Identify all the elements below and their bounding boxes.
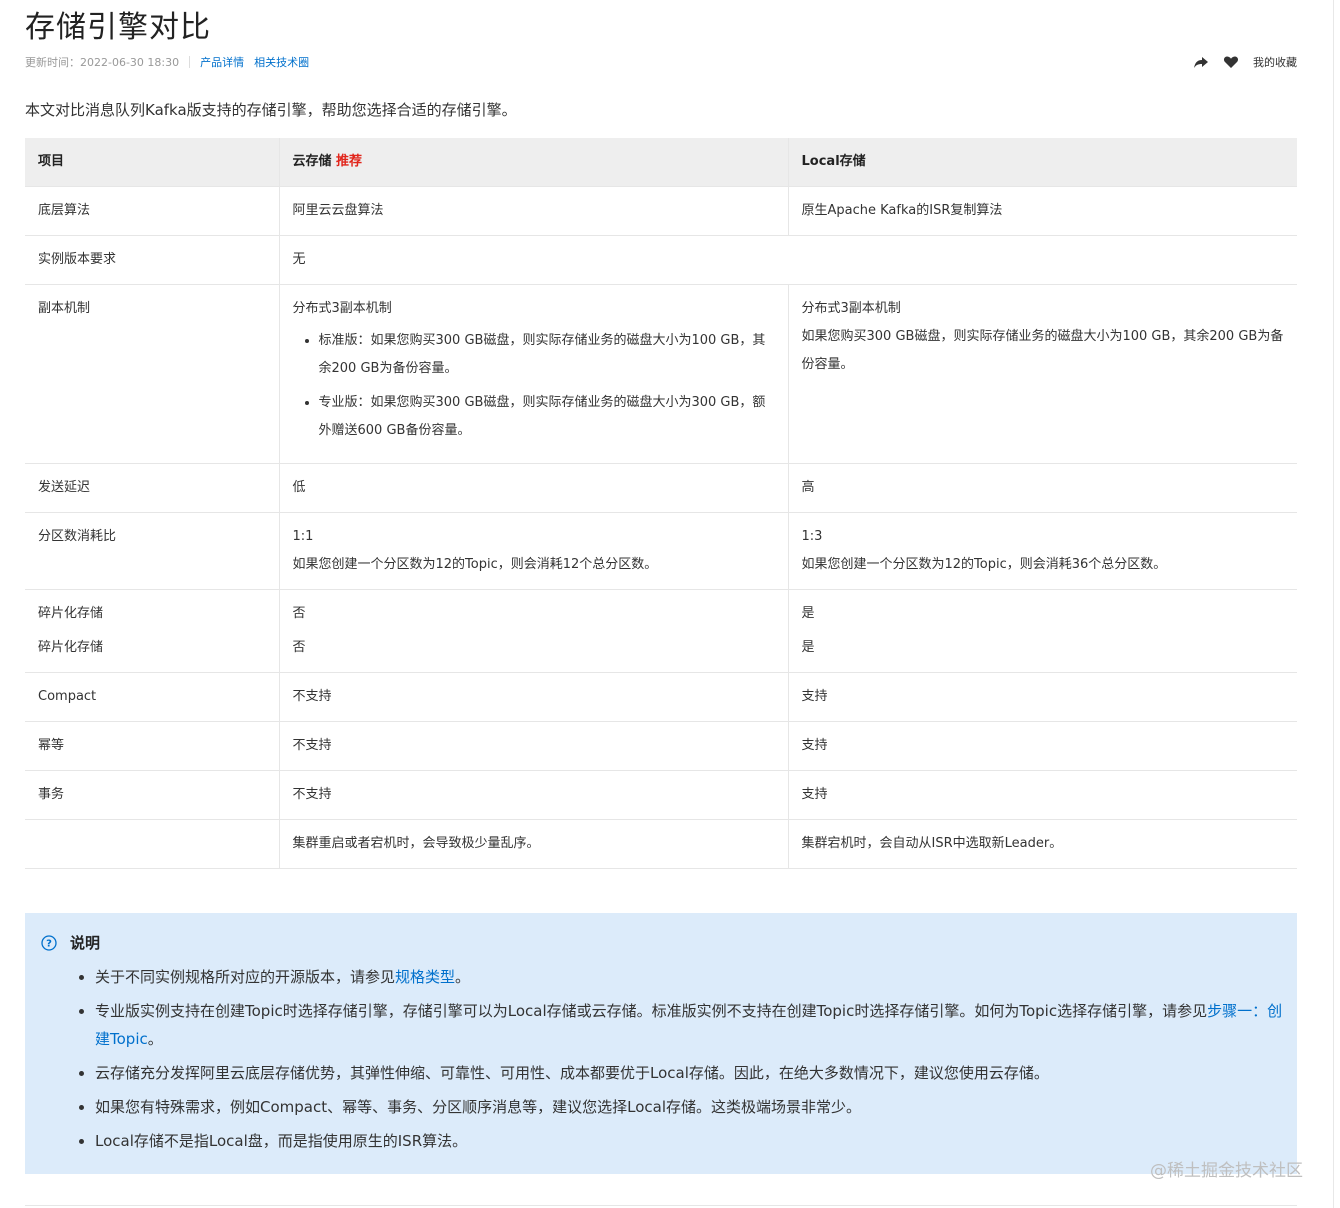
local-cell: 分布式3副本机制 如果您购买300 GB磁盘，则实际存储业务的磁盘大小为100 … [787,284,1297,464]
local-cell: 1:3 如果您创建一个分区数为12的Topic，则会消耗36个总分区数。 [787,512,1297,590]
local-ratio: 1:3 [801,529,823,544]
cloud-cell: 集群重启或者宕机时，会导致极少量乱序。 [278,819,788,869]
heart-icon[interactable] [1223,54,1239,70]
note-box: ? 说明 关于不同实例规格所对应的开源版本，请参见规格类型。 专业版实例支持在创… [25,913,1297,1174]
row-label: 事务 [25,770,279,820]
row-label: 碎片化存储 碎片化存储 [25,589,279,673]
row-label: 发送延迟 [25,463,279,513]
table-row: 幂等 不支持 支持 [25,721,1297,771]
svg-text:?: ? [46,938,52,949]
table-row: 集群重启或者宕机时，会导致极少量乱序。 集群宕机时，会自动从ISR中选取新Lea… [25,819,1297,869]
cloud-value: 否 [292,640,306,655]
header-item: 项目 [25,138,279,187]
table-row: 事务 不支持 支持 [25,770,1297,820]
product-detail-link[interactable]: 产品详情 [200,54,244,70]
update-time: 更新时间：2022-06-30 18:30 [25,56,180,69]
merged-cell: 无 [278,235,1297,285]
table-row: 底层算法 阿里云云盘算法 原生Apache Kafka的ISR复制算法 [25,186,1297,236]
local-replica-text: 如果您购买300 GB磁盘，则实际存储业务的磁盘大小为100 GB，其余200 … [801,329,1284,372]
row-label: Compact [25,672,279,722]
row-label: 实例版本要求 [25,235,279,285]
table-row: 副本机制 分布式3副本机制 标准版：如果您购买300 GB磁盘，则实际存储业务的… [25,284,1297,464]
local-cell: 是 是 [787,589,1297,673]
list-item: 关于不同实例规格所对应的开源版本，请参见规格类型。 [95,963,1295,991]
comparison-table: 项目 云存储 推荐 Local存储 底层算法 阿里云云盘算法 原生Apache … [25,138,1297,869]
note-list: 关于不同实例规格所对应的开源版本，请参见规格类型。 专业版实例支持在创建Topi… [78,963,1295,1161]
row-label-line: 碎片化存储 [38,606,104,621]
my-favorites-link[interactable]: 我的收藏 [1253,54,1297,70]
cloud-cell: 不支持 [278,721,788,771]
row-label: 分区数消耗比 [25,512,279,590]
table-header-row: 项目 云存储 推荐 Local存储 [25,138,1297,187]
table-row: 实例版本要求 无 [25,235,1297,285]
local-cell: 支持 [787,672,1297,722]
list-item: 云存储充分发挥阿里云底层存储优势，其弹性伸缩、可靠性、可用性、成本都要优于Loc… [95,1059,1295,1087]
spec-type-link[interactable]: 规格类型 [395,968,455,986]
header-cloud: 云存储 推荐 [278,138,788,187]
cloud-ratio: 1:1 [292,529,314,544]
meta-divider [189,56,191,68]
scrollbar-edge [1333,0,1334,1208]
table-row: Compact 不支持 支持 [25,672,1297,722]
question-circle-icon: ? [41,934,57,951]
note-header: ? 说明 [41,932,100,953]
note-text-end: 。 [455,968,471,986]
local-cell: 原生Apache Kafka的ISR复制算法 [787,186,1297,236]
cloud-cell: 不支持 [278,672,788,722]
header-cloud-label: 云存储 [292,154,332,169]
local-cell: 集群宕机时，会自动从ISR中选取新Leader。 [787,819,1297,869]
list-item: 专业版：如果您购买300 GB磁盘，则实际存储业务的磁盘大小为300 GB，额外… [319,389,775,445]
local-ratio-text: 如果您创建一个分区数为12的Topic，则会消耗36个总分区数。 [801,557,1167,572]
note-text-end: 。 [147,1030,163,1048]
local-cell: 支持 [787,721,1297,771]
doc-meta: 更新时间：2022-06-30 18:30 产品详情 相关技术圈 [25,54,319,70]
doc-actions: 我的收藏 [1179,54,1297,70]
cloud-replica-title: 分布式3副本机制 [292,301,392,316]
page-title: 存储引擎对比 [25,10,211,45]
cloud-cell: 低 [278,463,788,513]
note-text: 专业版实例支持在创建Topic时选择存储引擎，存储引擎可以为Local存储或云存… [95,1002,1208,1020]
cloud-cell: 分布式3副本机制 标准版：如果您购买300 GB磁盘，则实际存储业务的磁盘大小为… [278,284,788,464]
row-label: 底层算法 [25,186,279,236]
row-label: 副本机制 [25,284,279,464]
table-row: 分区数消耗比 1:1 如果您创建一个分区数为12的Topic，则会消耗12个总分… [25,512,1297,590]
local-value: 是 [801,606,815,621]
header-local: Local存储 [787,138,1297,187]
row-label: 幂等 [25,721,279,771]
local-cell: 高 [787,463,1297,513]
table-row: 碎片化存储 碎片化存储 否 否 是 是 [25,589,1297,673]
cloud-replica-list: 标准版：如果您购买300 GB磁盘，则实际存储业务的磁盘大小为100 GB，其余… [293,327,775,445]
local-value: 是 [801,640,815,655]
row-label-line: 碎片化存储 [38,640,104,655]
watermark: @稀土掘金技术社区 [1150,1161,1303,1181]
tech-circle-link[interactable]: 相关技术圈 [254,54,309,70]
cloud-cell: 不支持 [278,770,788,820]
recommend-badge: 推荐 [336,154,363,169]
bottom-divider [25,1205,1297,1206]
note-title: 说明 [70,934,101,952]
list-item: 如果您有特殊需求，例如Compact、幂等、事务、分区顺序消息等，建议您选择Lo… [95,1093,1295,1121]
cloud-cell: 否 否 [278,589,788,673]
note-text: 关于不同实例规格所对应的开源版本，请参见 [95,968,396,986]
cloud-ratio-text: 如果您创建一个分区数为12的Topic，则会消耗12个总分区数。 [292,557,658,572]
local-cell: 支持 [787,770,1297,820]
local-replica-title: 分布式3副本机制 [801,301,901,316]
list-item: 标准版：如果您购买300 GB磁盘，则实际存储业务的磁盘大小为100 GB，其余… [319,327,775,383]
list-item: 专业版实例支持在创建Topic时选择存储引擎，存储引擎可以为Local存储或云存… [95,997,1295,1053]
table-row: 发送延迟 低 高 [25,463,1297,513]
list-item: Local存储不是指Local盘，而是指使用原生的ISR算法。 [95,1127,1295,1155]
cloud-cell: 阿里云云盘算法 [278,186,788,236]
row-label [25,819,279,869]
cloud-value: 否 [292,606,306,621]
share-icon[interactable] [1193,54,1209,70]
cloud-cell: 1:1 如果您创建一个分区数为12的Topic，则会消耗12个总分区数。 [278,512,788,590]
intro-text: 本文对比消息队列Kafka版支持的存储引擎，帮助您选择合适的存储引擎。 [25,101,517,119]
